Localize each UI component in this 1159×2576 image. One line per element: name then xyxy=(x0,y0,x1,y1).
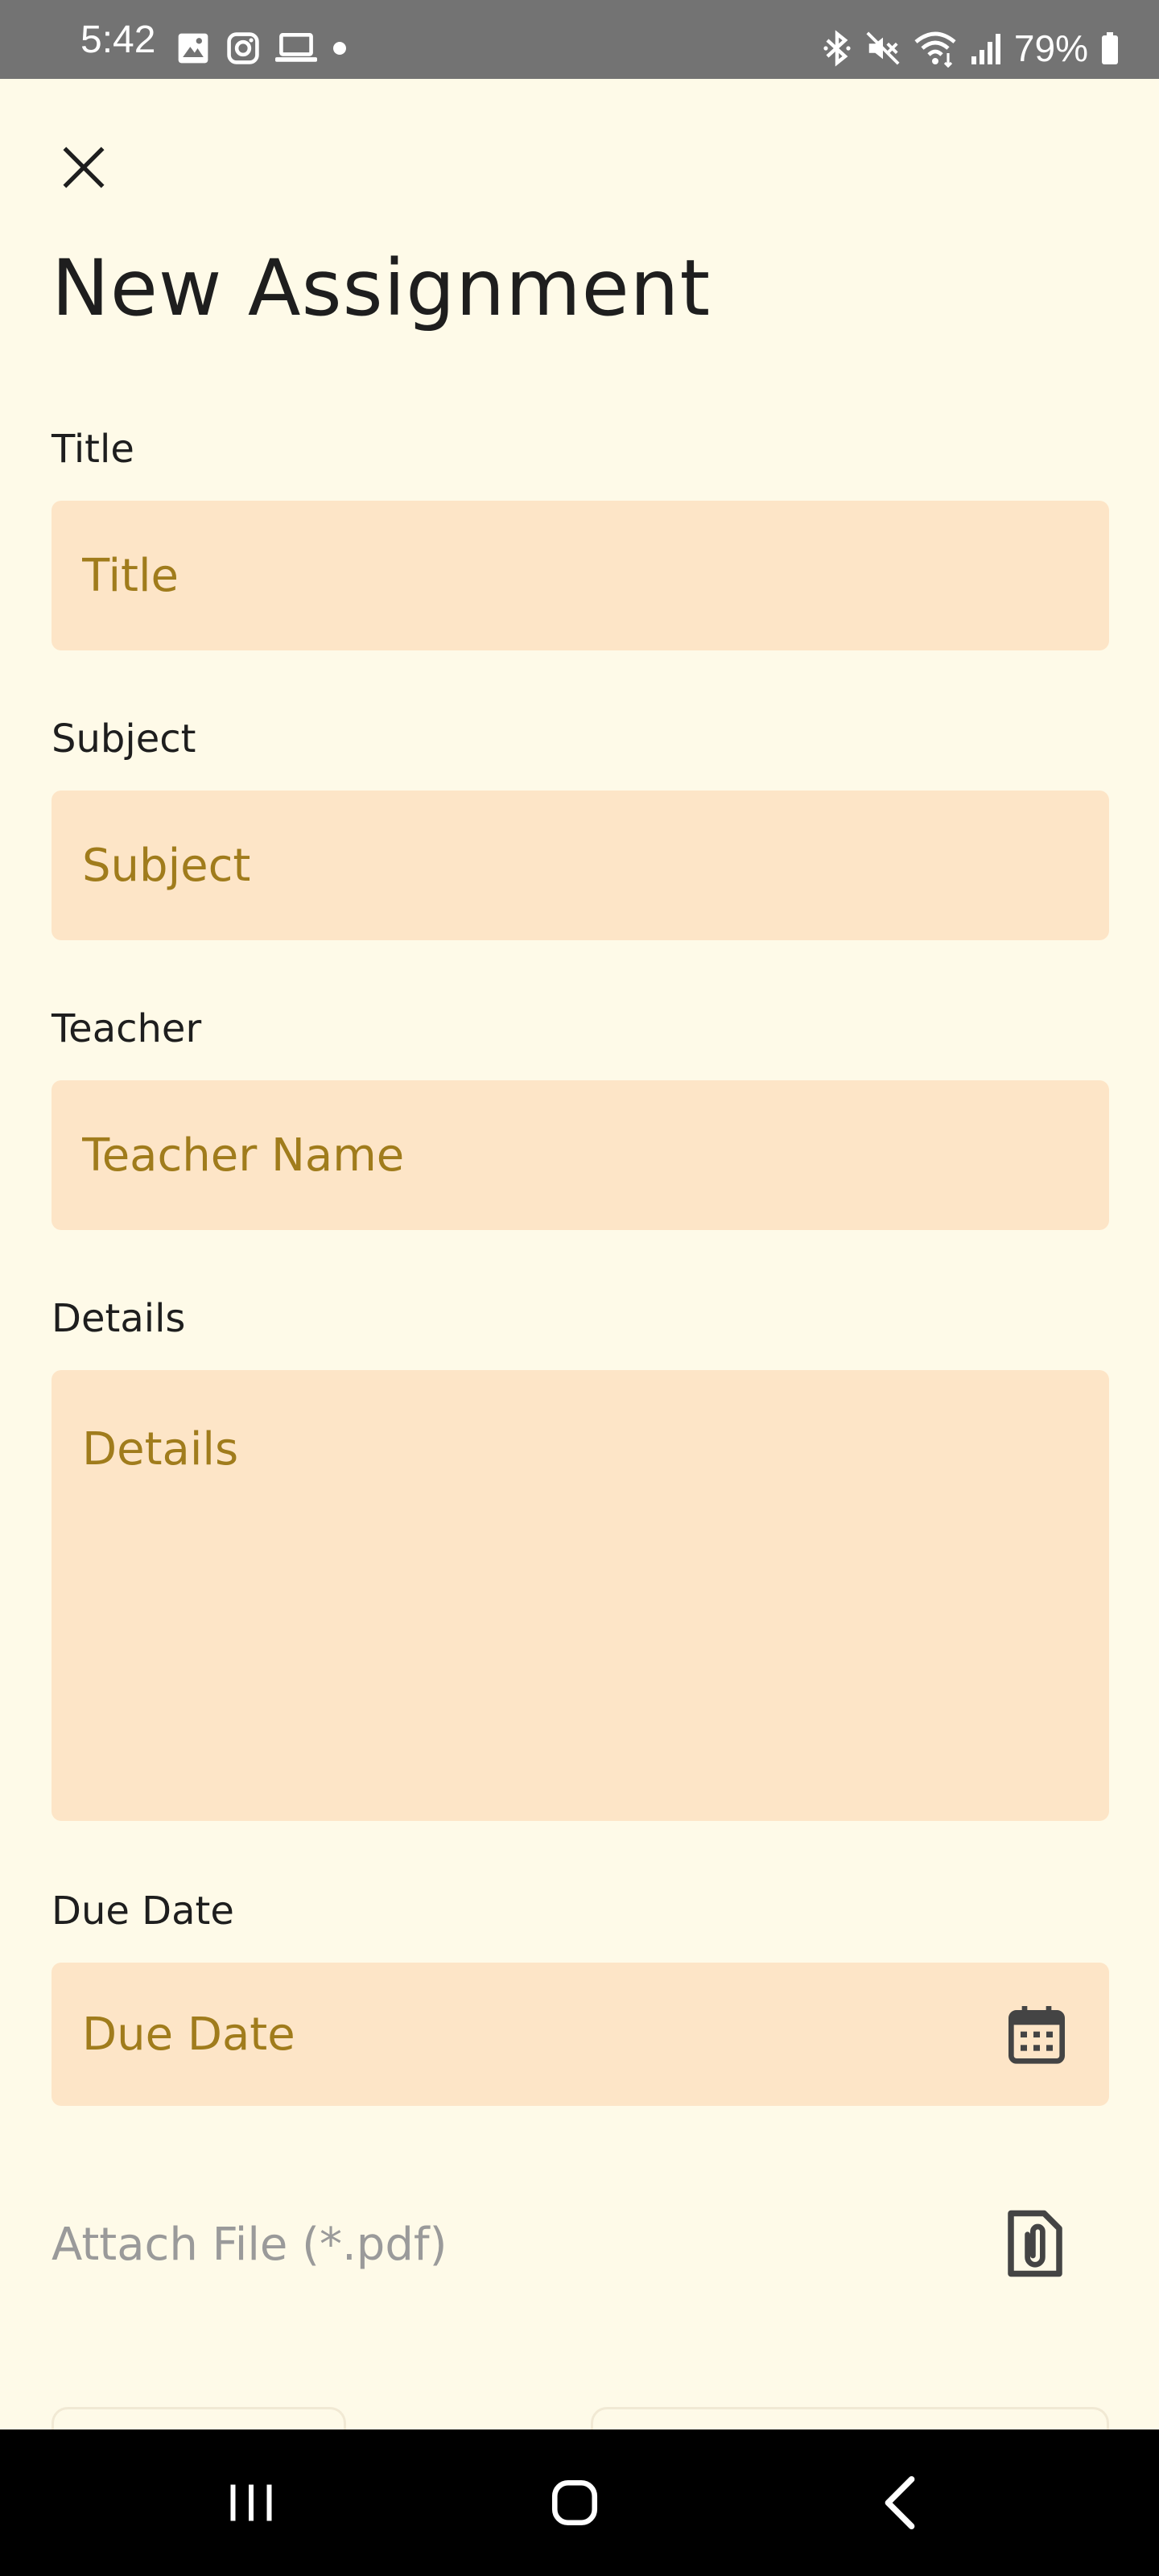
page-title: New Assignment xyxy=(52,243,711,333)
battery-icon xyxy=(1102,32,1118,64)
title-input[interactable] xyxy=(52,501,1109,650)
gallery-icon xyxy=(178,33,208,64)
home-icon xyxy=(551,2479,598,2526)
details-textarea[interactable] xyxy=(52,1370,1109,1821)
due-date-field[interactable] xyxy=(52,1963,1109,2106)
bluetooth-icon xyxy=(823,30,851,67)
recent-apps-icon xyxy=(230,2484,272,2521)
navigation-bar xyxy=(0,2429,1159,2576)
title-label: Title xyxy=(52,427,134,472)
status-bar: 5:42 79% xyxy=(0,0,1159,79)
attach-file-label: Attach File (*.pdf) xyxy=(52,2219,448,2271)
back-button[interactable] xyxy=(852,2467,948,2539)
due-date-input[interactable] xyxy=(52,1963,977,2106)
paperclip-file-icon[interactable] xyxy=(1004,2207,1066,2280)
laptop-icon xyxy=(275,32,317,62)
wifi-icon xyxy=(914,31,956,68)
new-assignment-screen: New Assignment Title Subject Teacher Det… xyxy=(0,79,1159,2439)
status-time: 5:42 xyxy=(80,19,156,61)
recent-apps-button[interactable] xyxy=(203,2467,299,2539)
teacher-name-input[interactable] xyxy=(52,1080,1109,1230)
attach-file-row[interactable]: Attach File (*.pdf) xyxy=(52,2204,1109,2285)
back-icon xyxy=(885,2476,915,2529)
calendar-icon[interactable] xyxy=(1004,2001,1069,2067)
mute-icon xyxy=(866,31,900,65)
battery-percent: 79% xyxy=(1013,27,1088,69)
close-button[interactable] xyxy=(52,135,116,200)
dot-icon xyxy=(333,42,346,55)
subject-label: Subject xyxy=(52,716,196,762)
due-date-label: Due Date xyxy=(52,1889,234,1934)
instagram-icon xyxy=(227,32,259,64)
subject-input[interactable] xyxy=(52,791,1109,940)
close-icon xyxy=(63,147,105,188)
status-right-icons: 79% xyxy=(821,29,1120,68)
details-label: Details xyxy=(52,1296,186,1341)
status-left-icons xyxy=(175,29,348,68)
signal-icon xyxy=(971,34,1000,64)
teacher-label: Teacher xyxy=(52,1006,202,1051)
home-button[interactable] xyxy=(526,2467,623,2539)
